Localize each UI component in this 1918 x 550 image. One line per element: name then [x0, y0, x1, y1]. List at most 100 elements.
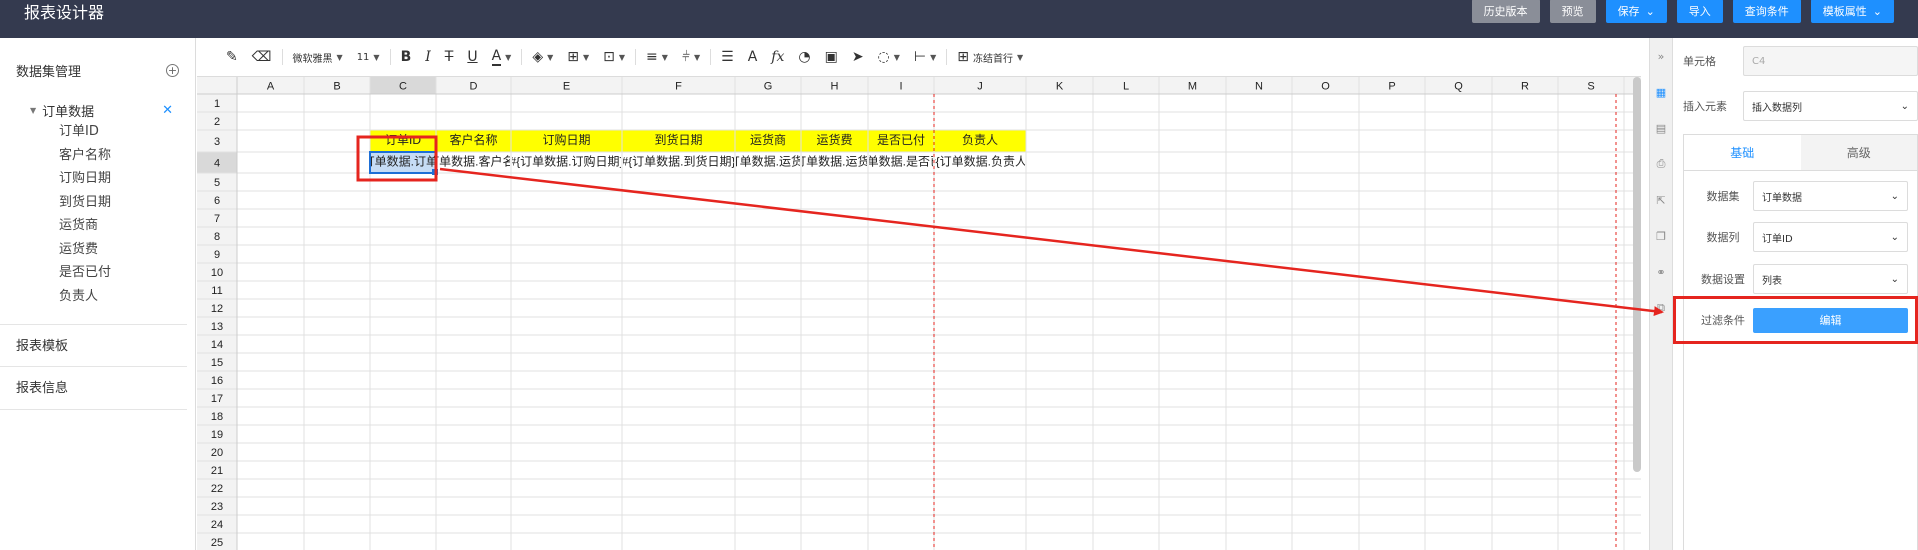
preview-button[interactable]: 预览: [1549, 0, 1596, 23]
row-header-label: 11: [211, 285, 222, 297]
chart-icon[interactable]: ◔: [791, 46, 817, 68]
merge-cells-icon[interactable]: ⊡ ▼: [596, 46, 632, 68]
column-header-label: B: [333, 80, 340, 92]
bold-icon[interactable]: B: [394, 46, 419, 68]
insert-row: 插入元素 插入数据列 ⌄: [1683, 91, 1918, 121]
dataset-field[interactable]: 负责人: [0, 285, 195, 309]
vertical-align-icon[interactable]: ⫩ ▼: [675, 46, 707, 68]
copy-icon[interactable]: ❐: [1650, 218, 1672, 254]
dataset-field[interactable]: 是否已付: [0, 261, 195, 285]
text-style-icon[interactable]: A: [741, 46, 765, 68]
properties-panel: 单元格 C4 插入元素 插入数据列 ⌄ 基础 高级 数据集 订单数据 ⌄ 数据列 订…: [1673, 38, 1918, 550]
row-header-label: 7: [214, 213, 220, 225]
strikethrough-icon[interactable]: T: [438, 46, 461, 68]
doc-icon[interactable]: ▤: [1650, 110, 1672, 146]
export-icon[interactable]: ⇱: [1650, 182, 1672, 218]
fill-color-icon[interactable]: ◈ ▼: [525, 46, 560, 68]
spreadsheet-grid[interactable]: 订单ID 客户名称 订购日期 到货日期 运货商 运货费 是否已付 负责人 #{订单数据.订单ID…: [197, 77, 1641, 550]
dataset-field[interactable]: 运货商: [0, 214, 195, 238]
property-tabs: 基础 高级: [1683, 134, 1918, 170]
freeze-pane-select[interactable]: ⊞ 冻结首行 ▼: [950, 46, 1030, 68]
font-size-select[interactable]: 11 ▼: [350, 46, 387, 68]
dataset-select[interactable]: 订单数据 ⌄: [1753, 181, 1908, 211]
sheet-canvas[interactable]: 订单ID 客户名称 订购日期 到货日期 运货商 运货费 是否已付 负责人#{订单数据.订单ID…: [197, 77, 1641, 550]
separator: [281, 49, 283, 65]
row-header-label: 8: [214, 231, 220, 243]
tab-basic[interactable]: 基础: [1684, 135, 1801, 170]
header-cell-text: 负责人: [962, 133, 998, 147]
separator: [389, 49, 391, 65]
report-template-section[interactable]: 报表模板: [0, 324, 187, 367]
comment-icon[interactable]: ◌ ▼: [871, 46, 907, 68]
function-icon[interactable]: fx: [764, 46, 791, 68]
tab-advanced[interactable]: 高级: [1800, 135, 1917, 170]
remove-dataset-icon[interactable]: ✕: [162, 103, 173, 118]
header-cell-text: 订单ID: [385, 133, 421, 147]
expand-arrow-icon[interactable]: ▼: [30, 106, 36, 115]
import-button[interactable]: 导入: [1676, 0, 1723, 23]
data-setting-select[interactable]: 列表 ⌄: [1753, 264, 1908, 294]
insert-label: 插入元素: [1683, 100, 1727, 113]
format-painter-icon[interactable]: ✎: [219, 46, 245, 68]
chevron-down-icon: ⌄: [1890, 231, 1899, 243]
underline-icon[interactable]: U: [460, 46, 484, 68]
insert-element-select[interactable]: 插入数据列 ⌄: [1743, 91, 1918, 121]
header-cell-text: 到货日期: [654, 132, 702, 147]
header-cell-text: 订购日期: [542, 132, 590, 147]
save-button[interactable]: 保存 ⌄: [1605, 0, 1667, 23]
link-icon[interactable]: ⚭: [1650, 254, 1672, 290]
add-dataset-icon[interactable]: +: [166, 63, 179, 77]
cell-value: C4: [1752, 55, 1766, 67]
row-header-label: 24: [211, 519, 223, 531]
cell-field: C4: [1743, 46, 1918, 76]
dataset-field[interactable]: 订购日期: [0, 167, 195, 191]
row-header-label: 19: [211, 429, 223, 441]
freeze-icon: ⊞: [957, 49, 970, 65]
horizontal-align-icon[interactable]: ≡ ▼: [639, 46, 675, 68]
dataset-sidebar: 数据集管理 + ▼ 订单数据 ✕ 订单ID 客户名称 订购日期 到货日期 运货商 运货费是…: [0, 38, 196, 550]
data-column-select[interactable]: 订单ID ⌄: [1753, 222, 1908, 252]
cell-label: 单元格: [1683, 55, 1716, 68]
report-info-section[interactable]: 报表信息: [0, 367, 187, 410]
cell-props-icon[interactable]: ▦: [1650, 74, 1672, 110]
image-icon[interactable]: ▣: [818, 46, 845, 68]
font-color-icon[interactable]: A ▼: [485, 46, 519, 68]
border-icon[interactable]: ⊞ ▼: [560, 46, 596, 68]
dataset-field[interactable]: 运货费: [0, 238, 195, 262]
column-width-icon[interactable]: ⊢ ▼: [907, 46, 943, 68]
separator: [521, 49, 523, 65]
row-header-label: 16: [211, 375, 223, 387]
dataset-label: 数据集: [1706, 190, 1740, 203]
column-label: 数据列: [1706, 231, 1740, 244]
row-header-label: 1: [214, 98, 220, 110]
eraser-icon[interactable]: ⌫: [245, 46, 279, 68]
row-header-label: 15: [211, 357, 223, 369]
dataset-field[interactable]: 到货日期: [0, 191, 195, 215]
row-height-icon[interactable]: ☰: [714, 46, 741, 68]
vertical-scrollbar[interactable]: [1633, 77, 1641, 472]
app-title: 报表设计器: [24, 3, 105, 22]
data-cell-text: #{订单数据.订购日期}: [509, 154, 623, 169]
dataset-field[interactable]: 订单ID: [0, 120, 195, 144]
data-cell-text: #{订单数据.到货日期}: [621, 154, 735, 169]
history-button[interactable]: 历史版本: [1471, 0, 1540, 23]
collapse-icon[interactable]: »: [1650, 38, 1672, 74]
column-header-label: C: [399, 80, 407, 92]
font-family-select[interactable]: 微软雅黑 ▼: [286, 46, 350, 68]
row-header-label: 12: [211, 303, 223, 315]
dataset-field[interactable]: 客户名称: [0, 144, 195, 168]
row-header-label: 10: [211, 267, 223, 279]
column-header-label: S: [1587, 80, 1594, 92]
pointer-icon[interactable]: ➤: [845, 46, 871, 68]
print-icon[interactable]: ⎙: [1650, 146, 1672, 182]
column-header-label: P: [1388, 80, 1395, 92]
layers-icon[interactable]: ⧉: [1650, 290, 1672, 326]
column-header-label: R: [1521, 80, 1529, 92]
header-cell-text: 客户名称: [449, 132, 497, 147]
query-condition-button[interactable]: 查询条件: [1732, 0, 1801, 23]
italic-icon[interactable]: I: [418, 46, 438, 68]
dataset-node[interactable]: ▼ 订单数据 ✕: [0, 100, 195, 120]
column-header-label: I: [899, 80, 902, 92]
template-props-label: 模板属性: [1822, 5, 1867, 18]
template-props-button[interactable]: 模板属性 ⌄: [1810, 0, 1894, 23]
